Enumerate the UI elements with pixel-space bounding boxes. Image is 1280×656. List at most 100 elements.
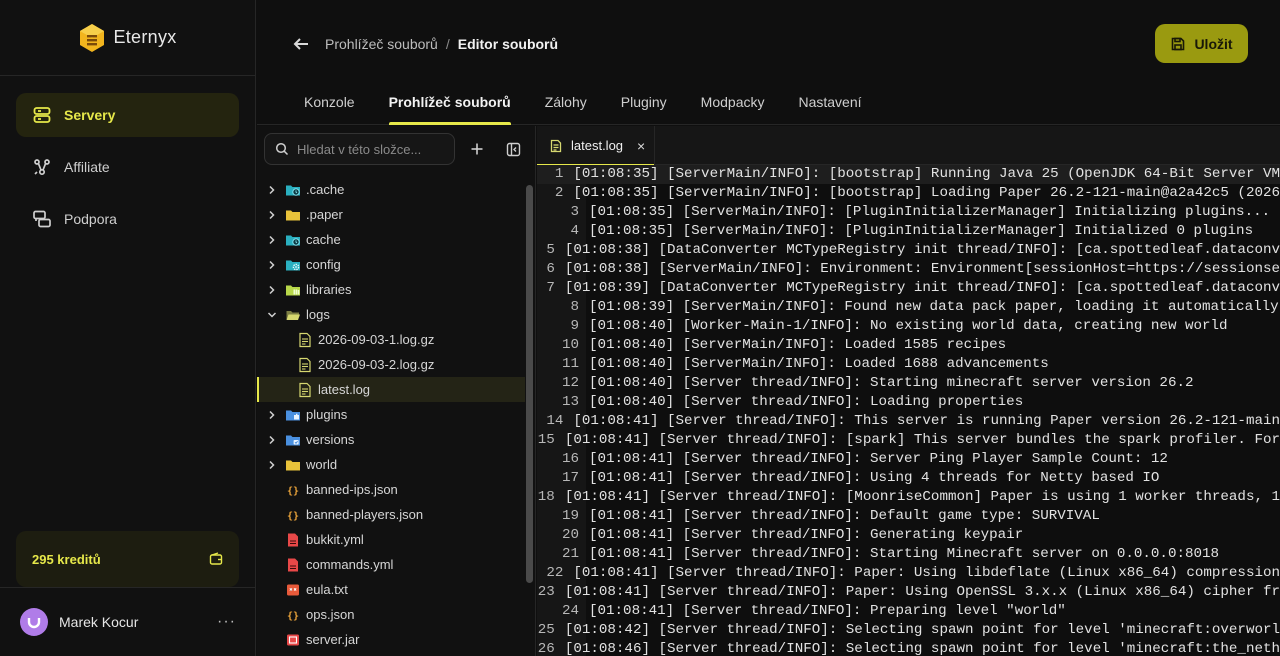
yml-file-icon bbox=[288, 558, 298, 571]
tree-file-row[interactable]: commands.yml bbox=[257, 552, 525, 577]
folder-plugin-icon bbox=[286, 410, 300, 420]
log-file-icon bbox=[299, 382, 311, 397]
tree-folder-row[interactable]: .paper bbox=[257, 202, 525, 227]
line-text: [01:08:41] [Server thread/INFO]: Default… bbox=[589, 508, 1100, 524]
user-profile[interactable]: Marek Kocur ··· bbox=[0, 587, 256, 656]
line-text: [01:08:46] [Server thread/INFO]: Selecti… bbox=[564, 641, 1280, 656]
sidebar-item-label: Podpora bbox=[64, 211, 117, 227]
tree-folder-row[interactable]: config bbox=[257, 252, 525, 277]
sidebar-item-servery[interactable]: Servery bbox=[16, 93, 239, 137]
line-number: 3 bbox=[570, 204, 579, 220]
tab-konzole[interactable]: Konzole bbox=[287, 80, 372, 125]
page-header: Prohlížeč souborů / Editor souborů Uloži… bbox=[257, 0, 1280, 125]
chevron-right-icon[interactable] bbox=[265, 183, 279, 197]
chevron-right-icon[interactable] bbox=[265, 408, 279, 422]
chevron-right-icon[interactable] bbox=[265, 208, 279, 222]
line-number: 8 bbox=[570, 299, 579, 315]
tree-folder-row[interactable]: world bbox=[257, 452, 525, 477]
tree-file-row[interactable]: {} banned-ips.json bbox=[257, 477, 525, 502]
tree-folder-row[interactable]: versions bbox=[257, 427, 525, 452]
breadcrumb-separator: / bbox=[445, 36, 450, 52]
line-number: 1 bbox=[554, 166, 564, 182]
tab-zalohy[interactable]: Zálohy bbox=[528, 80, 604, 125]
sidebar-item-affiliate[interactable]: Affiliate bbox=[16, 145, 239, 189]
folder-versions-icon bbox=[286, 435, 300, 445]
tree-item-label: ops.json bbox=[306, 607, 355, 622]
tab-pluginy[interactable]: Pluginy bbox=[604, 80, 684, 125]
line-text: [01:08:35] [ServerMain/INFO]: [bootstrap… bbox=[573, 185, 1280, 201]
tree-file-row[interactable]: 2026-09-03-2.log.gz bbox=[257, 352, 525, 377]
file-tree-scrollbar[interactable] bbox=[526, 177, 533, 656]
close-icon[interactable]: × bbox=[637, 138, 645, 154]
tree-item-label: bukkit.yml bbox=[306, 532, 364, 547]
brand-logo-icon bbox=[80, 23, 105, 52]
logo[interactable]: Eternyx bbox=[0, 0, 256, 76]
tree-file-row[interactable]: bukkit.yml bbox=[257, 527, 525, 552]
tab-bar: Konzole Prohlížeč souborů Zálohy Pluginy… bbox=[287, 80, 879, 125]
tree-file-row[interactable]: server.jar bbox=[257, 627, 525, 652]
tree-file-row[interactable]: latest.log bbox=[257, 377, 525, 402]
tab-modpacky[interactable]: Modpacky bbox=[684, 80, 782, 125]
chevron-right-icon[interactable] bbox=[265, 433, 279, 447]
arrow-left-icon[interactable] bbox=[291, 34, 311, 54]
tree-file-row[interactable]: {} banned-players.json bbox=[257, 502, 525, 527]
credits-card[interactable]: 295 kreditů bbox=[16, 531, 239, 587]
scrollbar-thumb[interactable] bbox=[526, 185, 533, 583]
editor-tab-label: latest.log bbox=[571, 138, 624, 153]
sidebar-item-label: Affiliate bbox=[64, 159, 110, 175]
code-line: 24 [01:08:41] [Server thread/INFO]: Prepa… bbox=[537, 602, 1280, 621]
sidebar-item-podpora[interactable]: Podpora bbox=[16, 197, 239, 241]
search-box[interactable] bbox=[264, 133, 455, 165]
chevron-down-icon[interactable] bbox=[265, 308, 279, 322]
line-number: 11 bbox=[561, 356, 579, 372]
code-editor[interactable]: 1 [01:08:35] [ServerMain/INFO]: [bootstra… bbox=[537, 165, 1280, 656]
line-number: 2 bbox=[554, 185, 564, 201]
sidebar-nav: Servery Affiliate Podpora bbox=[16, 93, 239, 249]
add-file-button[interactable] bbox=[463, 135, 491, 163]
user-menu-button[interactable]: ··· bbox=[217, 613, 236, 631]
line-number: 21 bbox=[561, 546, 579, 562]
plus-icon bbox=[471, 143, 483, 155]
search-input[interactable] bbox=[297, 141, 447, 157]
line-text: [01:08:41] [Server thread/INFO]: Startin… bbox=[589, 546, 1220, 562]
tree-item-label: server.jar bbox=[306, 632, 360, 647]
tree-file-row[interactable]: eula.txt bbox=[257, 577, 525, 602]
wallet-icon[interactable] bbox=[209, 552, 223, 566]
jar-file-icon bbox=[287, 634, 299, 645]
code-line: 8 [01:08:39] [ServerMain/INFO]: Found new… bbox=[537, 298, 1280, 317]
line-number: 22 bbox=[546, 565, 564, 581]
line-number: 5 bbox=[546, 242, 555, 258]
tree-folder-row[interactable]: plugins bbox=[257, 402, 525, 427]
line-text: [01:08:38] [ServerMain/INFO]: Environmen… bbox=[564, 261, 1280, 277]
tree-item-label: .paper bbox=[306, 207, 343, 222]
support-icon bbox=[33, 210, 51, 228]
tree-folder-row[interactable]: logs bbox=[257, 302, 525, 327]
tree-file-row[interactable]: 2026-09-03-1.log.gz bbox=[257, 327, 525, 352]
chevron-right-icon[interactable] bbox=[265, 233, 279, 247]
tab-prohlizec-souboru[interactable]: Prohlížeč souborů bbox=[372, 80, 528, 125]
line-number: 19 bbox=[561, 508, 579, 524]
tree-folder-row[interactable]: libraries bbox=[257, 277, 525, 302]
tree-folder-row[interactable]: .cache bbox=[257, 177, 525, 202]
chevron-right-icon[interactable] bbox=[265, 258, 279, 272]
tab-nastaveni[interactable]: Nastavení bbox=[781, 80, 878, 125]
tree-item-label: cache bbox=[306, 232, 341, 247]
code-line: 3 [01:08:35] [ServerMain/INFO]: [PluginIn… bbox=[537, 203, 1280, 222]
save-button[interactable]: Uložit bbox=[1155, 24, 1248, 63]
tree-folder-row[interactable]: cache bbox=[257, 227, 525, 252]
editor-tab-latest-log[interactable]: latest.log × bbox=[537, 126, 655, 166]
tree-item-label: banned-ips.json bbox=[306, 482, 398, 497]
line-text: [01:08:41] [Server thread/INFO]: Using 4… bbox=[589, 470, 1160, 486]
tree-file-row[interactable]: {} ops.json bbox=[257, 602, 525, 627]
line-number: 12 bbox=[561, 375, 579, 391]
editor-tab-bar: latest.log × bbox=[537, 126, 1280, 166]
line-text: [01:08:41] [Server thread/INFO]: Prepari… bbox=[589, 603, 1066, 619]
toggle-panel-button[interactable] bbox=[499, 135, 527, 163]
folder-lib-icon bbox=[286, 285, 300, 295]
log-file-icon bbox=[550, 139, 562, 152]
line-text: [01:08:40] [Worker-Main-1/INFO]: No exis… bbox=[589, 318, 1228, 334]
svg-text:{}: {} bbox=[287, 511, 299, 522]
chevron-right-icon[interactable] bbox=[265, 458, 279, 472]
breadcrumb-parent[interactable]: Prohlížeč souborů bbox=[325, 36, 438, 52]
chevron-right-icon[interactable] bbox=[265, 283, 279, 297]
